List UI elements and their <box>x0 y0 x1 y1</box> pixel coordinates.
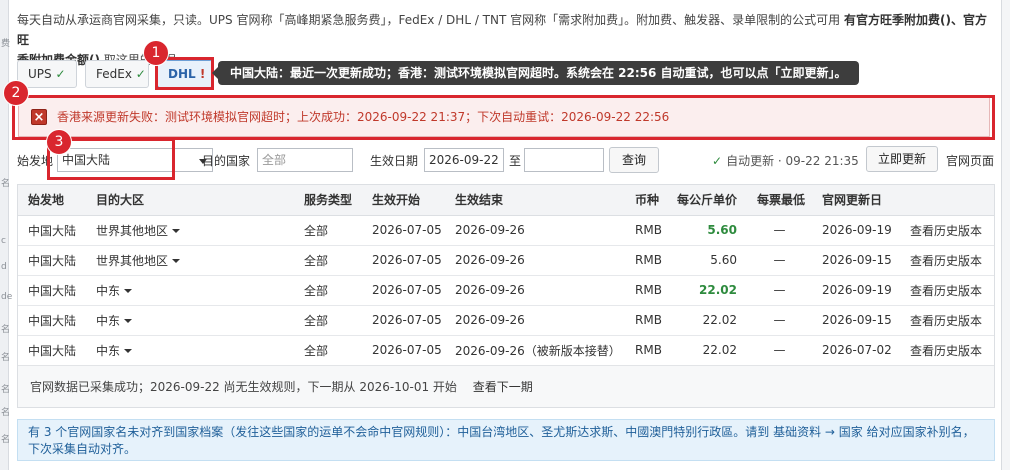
cell-price: 22.02 <box>667 275 747 306</box>
cell-price: 5.60 <box>667 245 747 276</box>
cell-currency: RMB <box>625 275 667 306</box>
check-icon: ✓ <box>55 67 66 81</box>
col-service[interactable]: 服务类型 <box>294 185 362 216</box>
view-history-link[interactable]: 查看历史版本 <box>900 305 994 336</box>
cell-region[interactable]: 中东 <box>86 305 294 336</box>
destination-label: 目的国家 <box>202 154 251 168</box>
col-updated[interactable]: 官网更新日 <box>812 185 900 216</box>
cell-origin: 中国大陆 <box>18 335 86 366</box>
col-currency[interactable]: 币种 <box>625 185 667 216</box>
col-region[interactable]: 目的大区 <box>86 185 294 216</box>
caret-down-icon <box>172 229 181 233</box>
cell-start: 2026-07-05 <box>362 305 445 336</box>
cell-origin: 中国大陆 <box>18 305 86 336</box>
cell-updated: 2026-09-15 <box>812 245 900 276</box>
view-history-link[interactable]: 查看历史版本 <box>900 245 994 276</box>
cell-service: 全部 <box>294 335 362 366</box>
cell-currency: RMB <box>625 335 667 366</box>
table-header-row: 始发地 目的大区 服务类型 生效开始 生效结束 币种 每公斤单价 每票最低 官网… <box>18 185 994 216</box>
cell-origin: 中国大陆 <box>18 215 86 246</box>
col-end[interactable]: 生效结束 <box>445 185 625 216</box>
background-window-right-edge <box>1001 0 1010 470</box>
cell-currency: RMB <box>625 215 667 246</box>
cell-service: 全部 <box>294 245 362 276</box>
check-icon: ✓ <box>712 154 723 168</box>
view-next-period-link[interactable]: 查看下一期 <box>473 380 533 394</box>
table-row: 中国大陆 世界其他地区 全部 2026-07-05 2026-09-26 RMB… <box>18 245 994 276</box>
table-footer: 官网数据已采集成功；2026-09-22 尚无生效规则，下一期从 2026-10… <box>18 365 994 407</box>
background-window-left-edge: 费 名 c d de 名 名 名 名 名 <box>0 0 12 470</box>
query-button[interactable]: 查询 <box>609 147 659 173</box>
cell-price: 22.02 <box>667 335 747 366</box>
cell-end: 2026-09-26 <box>445 275 625 306</box>
cell-region[interactable]: 中东 <box>86 275 294 306</box>
carrier-tab-fedex[interactable]: FedEx ✓ <box>85 60 149 88</box>
cell-service: 全部 <box>294 275 362 306</box>
destination-input[interactable]: 全部 <box>257 148 353 172</box>
view-history-link[interactable]: 查看历史版本 <box>900 275 994 306</box>
cell-min: — <box>747 275 812 306</box>
caret-down-icon <box>124 289 133 293</box>
col-start[interactable]: 生效开始 <box>362 185 445 216</box>
surcharge-table: 始发地 目的大区 服务类型 生效开始 生效结束 币种 每公斤单价 每票最低 官网… <box>17 184 995 408</box>
official-site-link[interactable]: 官网页面 <box>946 152 994 169</box>
cell-min: — <box>747 215 812 246</box>
cell-start: 2026-07-05 <box>362 215 445 246</box>
cell-start: 2026-07-05 <box>362 335 445 366</box>
cell-currency: RMB <box>625 245 667 276</box>
callout-badge-1: 1 <box>143 40 169 66</box>
cell-region[interactable]: 世界其他地区 <box>86 245 294 276</box>
date-from-input[interactable]: 2026-09-22 <box>424 148 504 172</box>
cell-start: 2026-07-05 <box>362 245 445 276</box>
cell-start: 2026-07-05 <box>362 275 445 306</box>
dhl-status-tooltip: 中国大陆：最近一次更新成功；香港：测试环境模拟官网超时。系统会在 22:56 自… <box>212 61 859 85</box>
cell-min: — <box>747 305 812 336</box>
cell-price: 22.02 <box>667 305 747 336</box>
cell-min: — <box>747 245 812 276</box>
cell-updated: 2026-09-19 <box>812 215 900 246</box>
cell-currency: RMB <box>625 305 667 336</box>
col-action <box>900 185 994 216</box>
effective-date-label: 生效日期 <box>370 154 419 168</box>
caret-down-icon <box>172 259 181 263</box>
cell-end: 2026-09-26 <box>445 305 625 336</box>
col-origin[interactable]: 始发地 <box>18 185 86 216</box>
caret-down-icon <box>124 319 133 323</box>
col-min-per-ticket[interactable]: 每票最低 <box>747 185 812 216</box>
cell-updated: 2026-09-19 <box>812 275 900 306</box>
callout-badge-3: 3 <box>46 129 72 155</box>
auto-update-status: ✓ 自动更新 · 09-22 21:35 <box>712 154 859 168</box>
cell-price: 5.60 <box>667 215 747 246</box>
callout-badge-2: 2 <box>3 80 29 106</box>
caret-down-icon <box>124 349 133 353</box>
cell-region[interactable]: 中东 <box>86 335 294 366</box>
col-price-per-kg[interactable]: 每公斤单价 <box>667 185 747 216</box>
date-to-input[interactable] <box>524 148 604 172</box>
cell-end: 2026-09-26 <box>445 215 625 246</box>
cell-origin: 中国大陆 <box>18 275 86 306</box>
table-row: 中国大陆 中东 全部 2026-07-05 2026-09-26 RMB 22.… <box>18 275 994 306</box>
cell-updated: 2026-09-15 <box>812 305 900 336</box>
update-now-button[interactable]: 立即更新 <box>866 146 938 172</box>
cell-end: 2026-09-26 <box>445 245 625 276</box>
view-history-link[interactable]: 查看历史版本 <box>900 215 994 246</box>
cell-region[interactable]: 世界其他地区 <box>86 215 294 246</box>
date-to-label: 至 <box>509 154 522 168</box>
view-history-link[interactable]: 查看历史版本 <box>900 335 994 366</box>
table-row: 中国大陆 中东 全部 2026-07-05 2026-09-26（被新版本接替）… <box>18 335 994 366</box>
check-icon: ✓ <box>135 67 146 81</box>
cell-end: 2026-09-26（被新版本接替） <box>445 335 625 366</box>
table-row: 中国大陆 中东 全部 2026-07-05 2026-09-26 RMB 22.… <box>18 305 994 336</box>
callout-highlight-2 <box>12 95 995 140</box>
table-row: 中国大陆 世界其他地区 全部 2026-07-05 2026-09-26 RMB… <box>18 215 994 246</box>
cell-service: 全部 <box>294 305 362 336</box>
cell-updated: 2026-07-02 <box>812 335 900 366</box>
cell-service: 全部 <box>294 215 362 246</box>
intro-text: 每天自动从承运商官网采集，只读。UPS 官网称「高峰期紧急服务费」，FedEx … <box>17 13 841 27</box>
footer-status-text: 官网数据已采集成功；2026-09-22 尚无生效规则，下一期从 2026-10… <box>30 380 457 394</box>
alias-info-notice: 有 3 个官网国家名未对齐到国家档案（发往这些国家的运单不会命中官网规则）：中国… <box>17 419 995 461</box>
cell-min: — <box>747 335 812 366</box>
cell-origin: 中国大陆 <box>18 245 86 276</box>
